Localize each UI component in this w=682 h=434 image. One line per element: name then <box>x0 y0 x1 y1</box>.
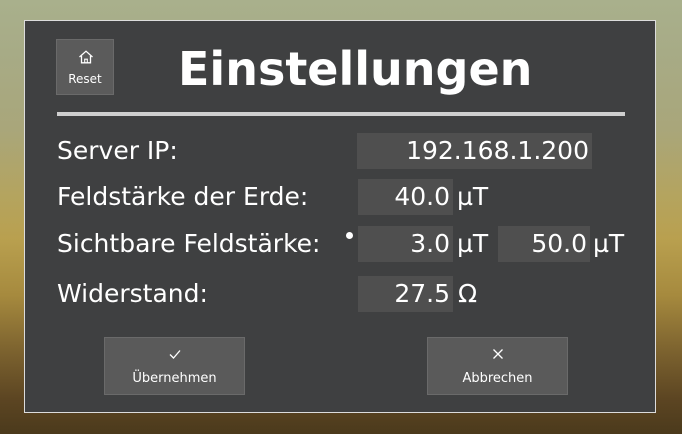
visible-field-min-input[interactable]: 3.0 <box>358 226 453 262</box>
cancel-button[interactable]: Abbrechen <box>427 337 568 395</box>
resistance-label: Widerstand: <box>57 279 208 308</box>
earth-field-label: Feldstärke der Erde: <box>57 182 309 211</box>
reset-label: Reset <box>68 72 102 86</box>
resistance-unit: Ω <box>458 279 478 308</box>
home-icon <box>79 50 93 64</box>
title-divider <box>57 112 625 116</box>
settings-dialog: Reset Einstellungen Server IP: 192.168.1… <box>24 20 656 413</box>
earth-field-unit: µT <box>457 182 489 211</box>
checkmark-icon <box>169 350 181 359</box>
apply-button[interactable]: Übernehmen <box>104 337 245 395</box>
cancel-label: Abbrechen <box>462 371 533 386</box>
visible-field-label: Sichtbare Feldstärke: <box>57 229 321 258</box>
apply-label: Übernehmen <box>132 371 217 386</box>
resistance-input[interactable]: 27.5 <box>358 276 453 312</box>
cursor-dot <box>346 232 353 239</box>
close-icon <box>493 349 503 359</box>
reset-button[interactable]: Reset <box>56 39 114 95</box>
visible-field-min-unit: µT <box>457 229 489 258</box>
visible-field-max-unit: µT <box>593 229 625 258</box>
dialog-title: Einstellungen <box>178 42 533 96</box>
earth-field-input[interactable]: 40.0 <box>358 179 453 215</box>
visible-field-max-input[interactable]: 50.0 <box>498 226 590 262</box>
server-ip-input[interactable]: 192.168.1.200 <box>357 133 592 169</box>
server-ip-label: Server IP: <box>57 136 178 165</box>
